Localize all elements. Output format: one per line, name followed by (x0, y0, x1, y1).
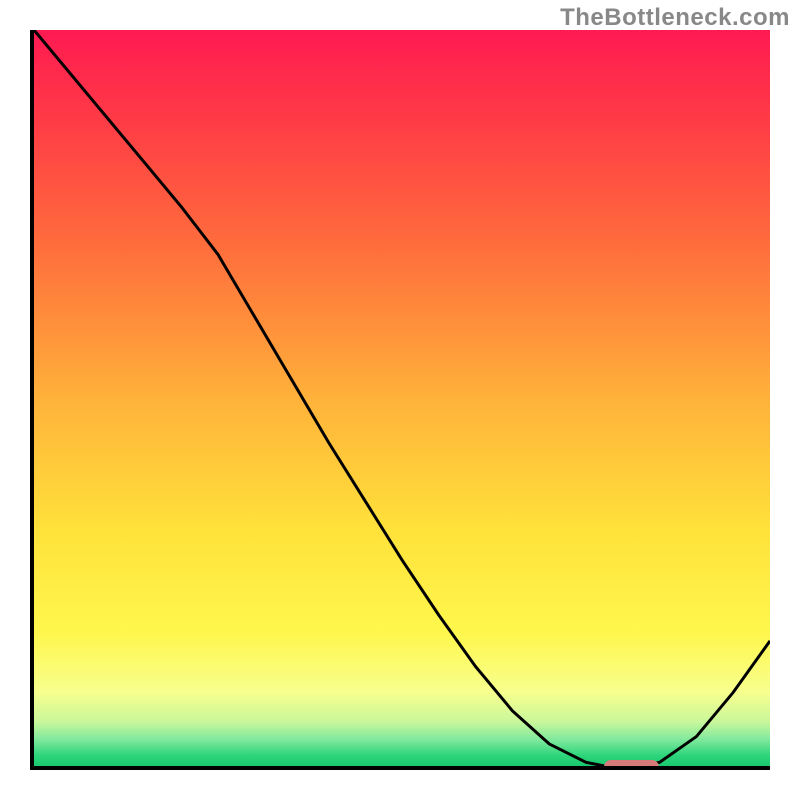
optimal-range-marker (604, 760, 660, 770)
watermark-text: TheBottleneck.com (560, 4, 790, 32)
chart-container: TheBottleneck.com (0, 0, 800, 800)
plot-area (30, 30, 770, 770)
bottleneck-curve (34, 30, 770, 766)
